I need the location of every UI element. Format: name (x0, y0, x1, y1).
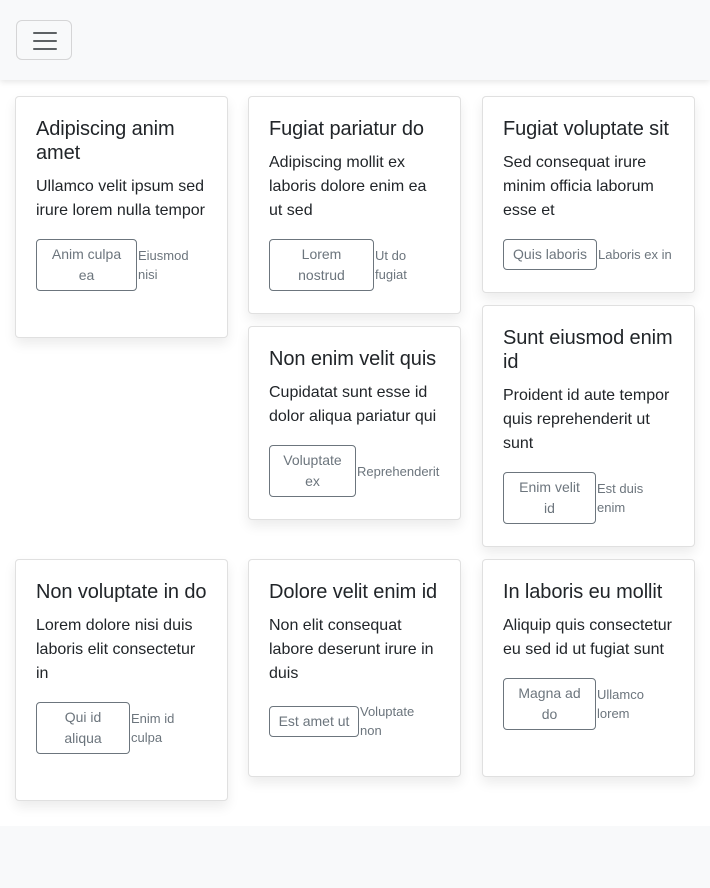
card-title: Dolore velit enim id (269, 581, 438, 603)
card-button[interactable]: Est amet ut (269, 705, 359, 737)
card-note: Voluptate non (360, 704, 415, 738)
card-text: Lorem dolore nisi duis laboris elit cons… (36, 617, 196, 682)
card-actions: Enim velit id Est duis enim (503, 472, 674, 524)
card-note: Reprehenderit (357, 463, 440, 479)
navbar (0, 0, 710, 80)
card-title: In laboris eu mollit (503, 581, 663, 603)
card-button[interactable]: Lorem nostrud (269, 239, 374, 291)
footer (0, 826, 710, 888)
card-text: Proident id aute tempor quis reprehender… (503, 387, 670, 452)
card: Non voluptate in do Lorem dolore nisi du… (15, 559, 228, 801)
card-actions: Anim culpa ea Eiusmod nisi (36, 239, 207, 291)
card-title: Adipiscing anim amet (36, 118, 175, 164)
card-text: Sed consequat irure minim officia laboru… (503, 154, 654, 219)
card-actions: Est amet ut Voluptate non (269, 702, 440, 740)
card-button[interactable]: Anim culpa ea (36, 239, 137, 291)
card-note: Ut do fugiat (375, 248, 407, 282)
card-text: Non elit consequat labore deserunt irure… (269, 617, 434, 682)
card-note: Est duis enim (597, 481, 644, 515)
card-title: Sunt eiusmod enim id (503, 327, 673, 373)
card-button[interactable]: Quis laboris (503, 239, 597, 270)
card: In laboris eu mollit Aliquip quis consec… (482, 559, 695, 777)
card-note: Laboris ex in (598, 247, 672, 262)
card-button[interactable]: Qui id aliqua (36, 702, 130, 754)
card-actions: Lorem nostrud Ut do fugiat (269, 239, 440, 291)
card-title: Non enim velit quis (269, 348, 437, 370)
card: Dolore velit enim id Non elit consequat … (248, 559, 461, 777)
card-actions: Quis laboris Laboris ex in (503, 239, 674, 270)
card-note: Ullamco lorem (597, 687, 644, 721)
card-text: Cupidatat sunt esse id dolor aliqua pari… (269, 384, 437, 425)
card-actions: Voluptate ex Reprehenderit (269, 445, 440, 497)
card-actions: Qui id aliqua Enim id culpa (36, 702, 207, 754)
card-actions: Magna ad do Ullamco lorem (503, 678, 674, 730)
card-button[interactable]: Magna ad do (503, 678, 596, 730)
card-note: Enim id culpa (131, 711, 175, 745)
card-title: Non voluptate in do (36, 581, 207, 603)
card-title: Fugiat voluptate sit (503, 118, 669, 140)
card: Non enim velit quis Cupidatat sunt esse … (248, 326, 461, 520)
card: Fugiat voluptate sit Sed consequat irure… (482, 96, 695, 293)
card: Sunt eiusmod enim id Proident id aute te… (482, 305, 695, 547)
card-text: Adipiscing mollit ex laboris dolore enim… (269, 154, 427, 219)
card-text: Aliquip quis consectetur eu sed id ut fu… (503, 617, 672, 658)
card-text: Ullamco velit ipsum sed irure lorem null… (36, 178, 205, 219)
card: Adipiscing anim amet Ullamco velit ipsum… (15, 96, 228, 338)
card-title: Fugiat pariatur do (269, 118, 424, 140)
card-button[interactable]: Enim velit id (503, 472, 596, 524)
card-note: Eiusmod nisi (138, 248, 189, 282)
navbar-toggler-button[interactable] (16, 20, 72, 60)
card: Fugiat pariatur do Adipiscing mollit ex … (248, 96, 461, 314)
card-button[interactable]: Voluptate ex (269, 445, 356, 497)
